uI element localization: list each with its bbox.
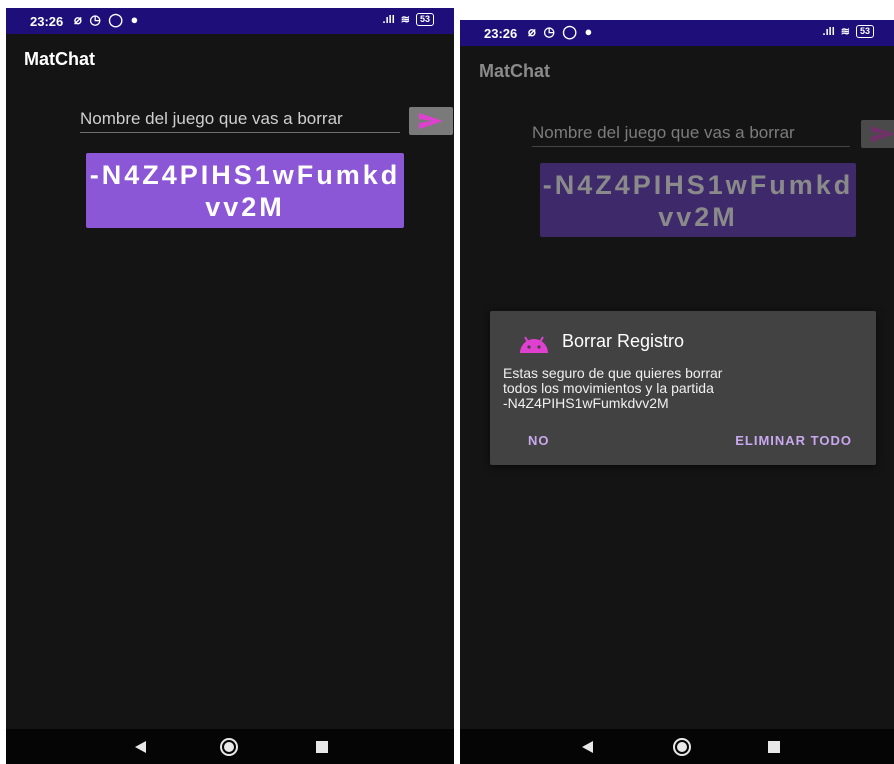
battery-icon: 53 <box>855 25 874 38</box>
status-time: 23:26 <box>484 26 518 41</box>
nav-home-icon[interactable] <box>667 729 697 764</box>
game-id-button[interactable]: -N4Z4PIHS1wFumkdvv2M <box>86 153 404 228</box>
game-name-field[interactable] <box>80 106 400 133</box>
send-icon <box>419 113 443 129</box>
navigation-bar <box>460 729 894 764</box>
app-title: MatChat <box>24 49 95 69</box>
signal-icon: .ıll <box>822 25 835 38</box>
dialog-message-line: Estas seguro de que quieres borrar <box>503 365 723 381</box>
notification-icons: ⌀ ◷ ◯ ● <box>74 12 141 27</box>
notification-icons: ⌀ ◷ ◯ ● <box>528 24 595 39</box>
dialog-message: Estas seguro de que quieres borrar todos… <box>503 366 863 411</box>
status-bar: 23:26 ⌀ ◷ ◯ ● .ıll ≋ 53 <box>460 20 894 46</box>
signal-icon: .ıll <box>382 13 395 26</box>
dialog-message-line: -N4Z4PIHS1wFumkdvv2M <box>503 395 669 411</box>
delete-all-button[interactable]: ELIMINAR TODO <box>735 433 852 448</box>
nav-back-icon[interactable] <box>126 729 156 764</box>
no-button[interactable]: NO <box>528 433 550 448</box>
dialog-title: Borrar Registro <box>562 331 685 351</box>
game-name-input[interactable] <box>80 106 400 132</box>
system-icons: .ıll ≋ 53 <box>823 25 874 38</box>
system-icons: .ıll ≋ 53 <box>383 13 434 26</box>
nav-home-icon[interactable] <box>214 729 244 764</box>
android-icon <box>518 335 550 358</box>
send-button[interactable] <box>409 107 453 135</box>
navigation-bar <box>6 729 454 764</box>
wifi-icon: ≋ <box>840 26 850 38</box>
delete-confirm-dialog: Borrar Registro Estas seguro de que quie… <box>490 311 876 465</box>
status-time: 23:26 <box>30 14 64 29</box>
dialog-message-line: todos los movimientos y la partida <box>503 380 714 396</box>
nav-recents-icon[interactable] <box>759 729 789 764</box>
status-bar: 23:26 ⌀ ◷ ◯ ● .ıll ≋ 53 <box>6 8 454 34</box>
phone-screen-main: 23:26 ⌀ ◷ ◯ ● .ıll ≋ 53 MatChat -N4Z4PIH… <box>6 8 454 764</box>
wifi-icon: ≋ <box>400 14 410 26</box>
battery-icon: 53 <box>415 13 434 26</box>
nav-recents-icon[interactable] <box>307 729 337 764</box>
phone-screen-dialog: 23:26 ⌀ ◷ ◯ ● .ıll ≋ 53 MatChat -N4Z4PIH… <box>460 20 894 764</box>
nav-back-icon[interactable] <box>573 729 603 764</box>
